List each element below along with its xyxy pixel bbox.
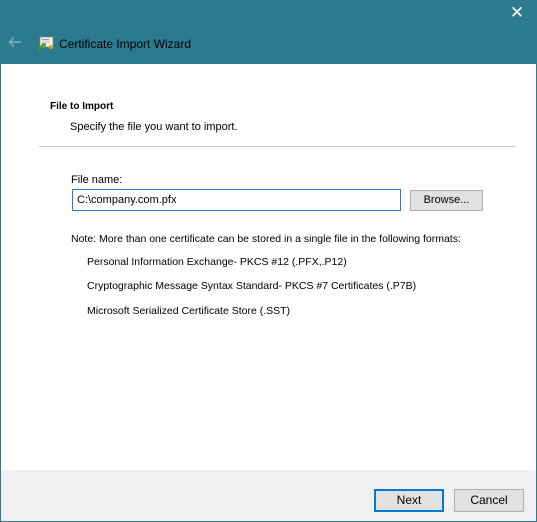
page-subtitle: Specify the file you want to import. <box>70 121 238 133</box>
close-button[interactable]: ✕ <box>509 3 525 22</box>
format-item-p7b: Cryptographic Message Syntax Standard- P… <box>87 280 417 292</box>
certificate-import-wizard-window: ✕ Certificate Import Wizard File to Impo… <box>0 0 537 522</box>
format-item-sst: Microsoft Serialized Certificate Store (… <box>87 305 291 317</box>
formats-note: Note: More than one certificate can be s… <box>71 233 461 245</box>
cancel-button[interactable]: Cancel <box>454 489 524 512</box>
title-bar: ✕ Certificate Import Wizard <box>0 0 537 64</box>
header-divider <box>39 146 515 147</box>
wizard-title: Certificate Import Wizard <box>59 37 192 51</box>
page-title: File to Import <box>50 101 114 112</box>
wizard-footer: Next Cancel <box>1 470 536 521</box>
wizard-content: File to Import Specify the file you want… <box>1 64 536 470</box>
format-item-pfx: Personal Information Exchange- PKCS #12 … <box>87 256 347 268</box>
file-name-label: File name: <box>71 174 123 186</box>
next-button[interactable]: Next <box>374 489 444 512</box>
file-name-input[interactable] <box>72 189 401 211</box>
back-arrow-icon[interactable] <box>8 35 22 49</box>
certificate-icon <box>37 36 54 51</box>
browse-button[interactable]: Browse... <box>410 190 483 211</box>
close-icon: ✕ <box>509 3 525 22</box>
